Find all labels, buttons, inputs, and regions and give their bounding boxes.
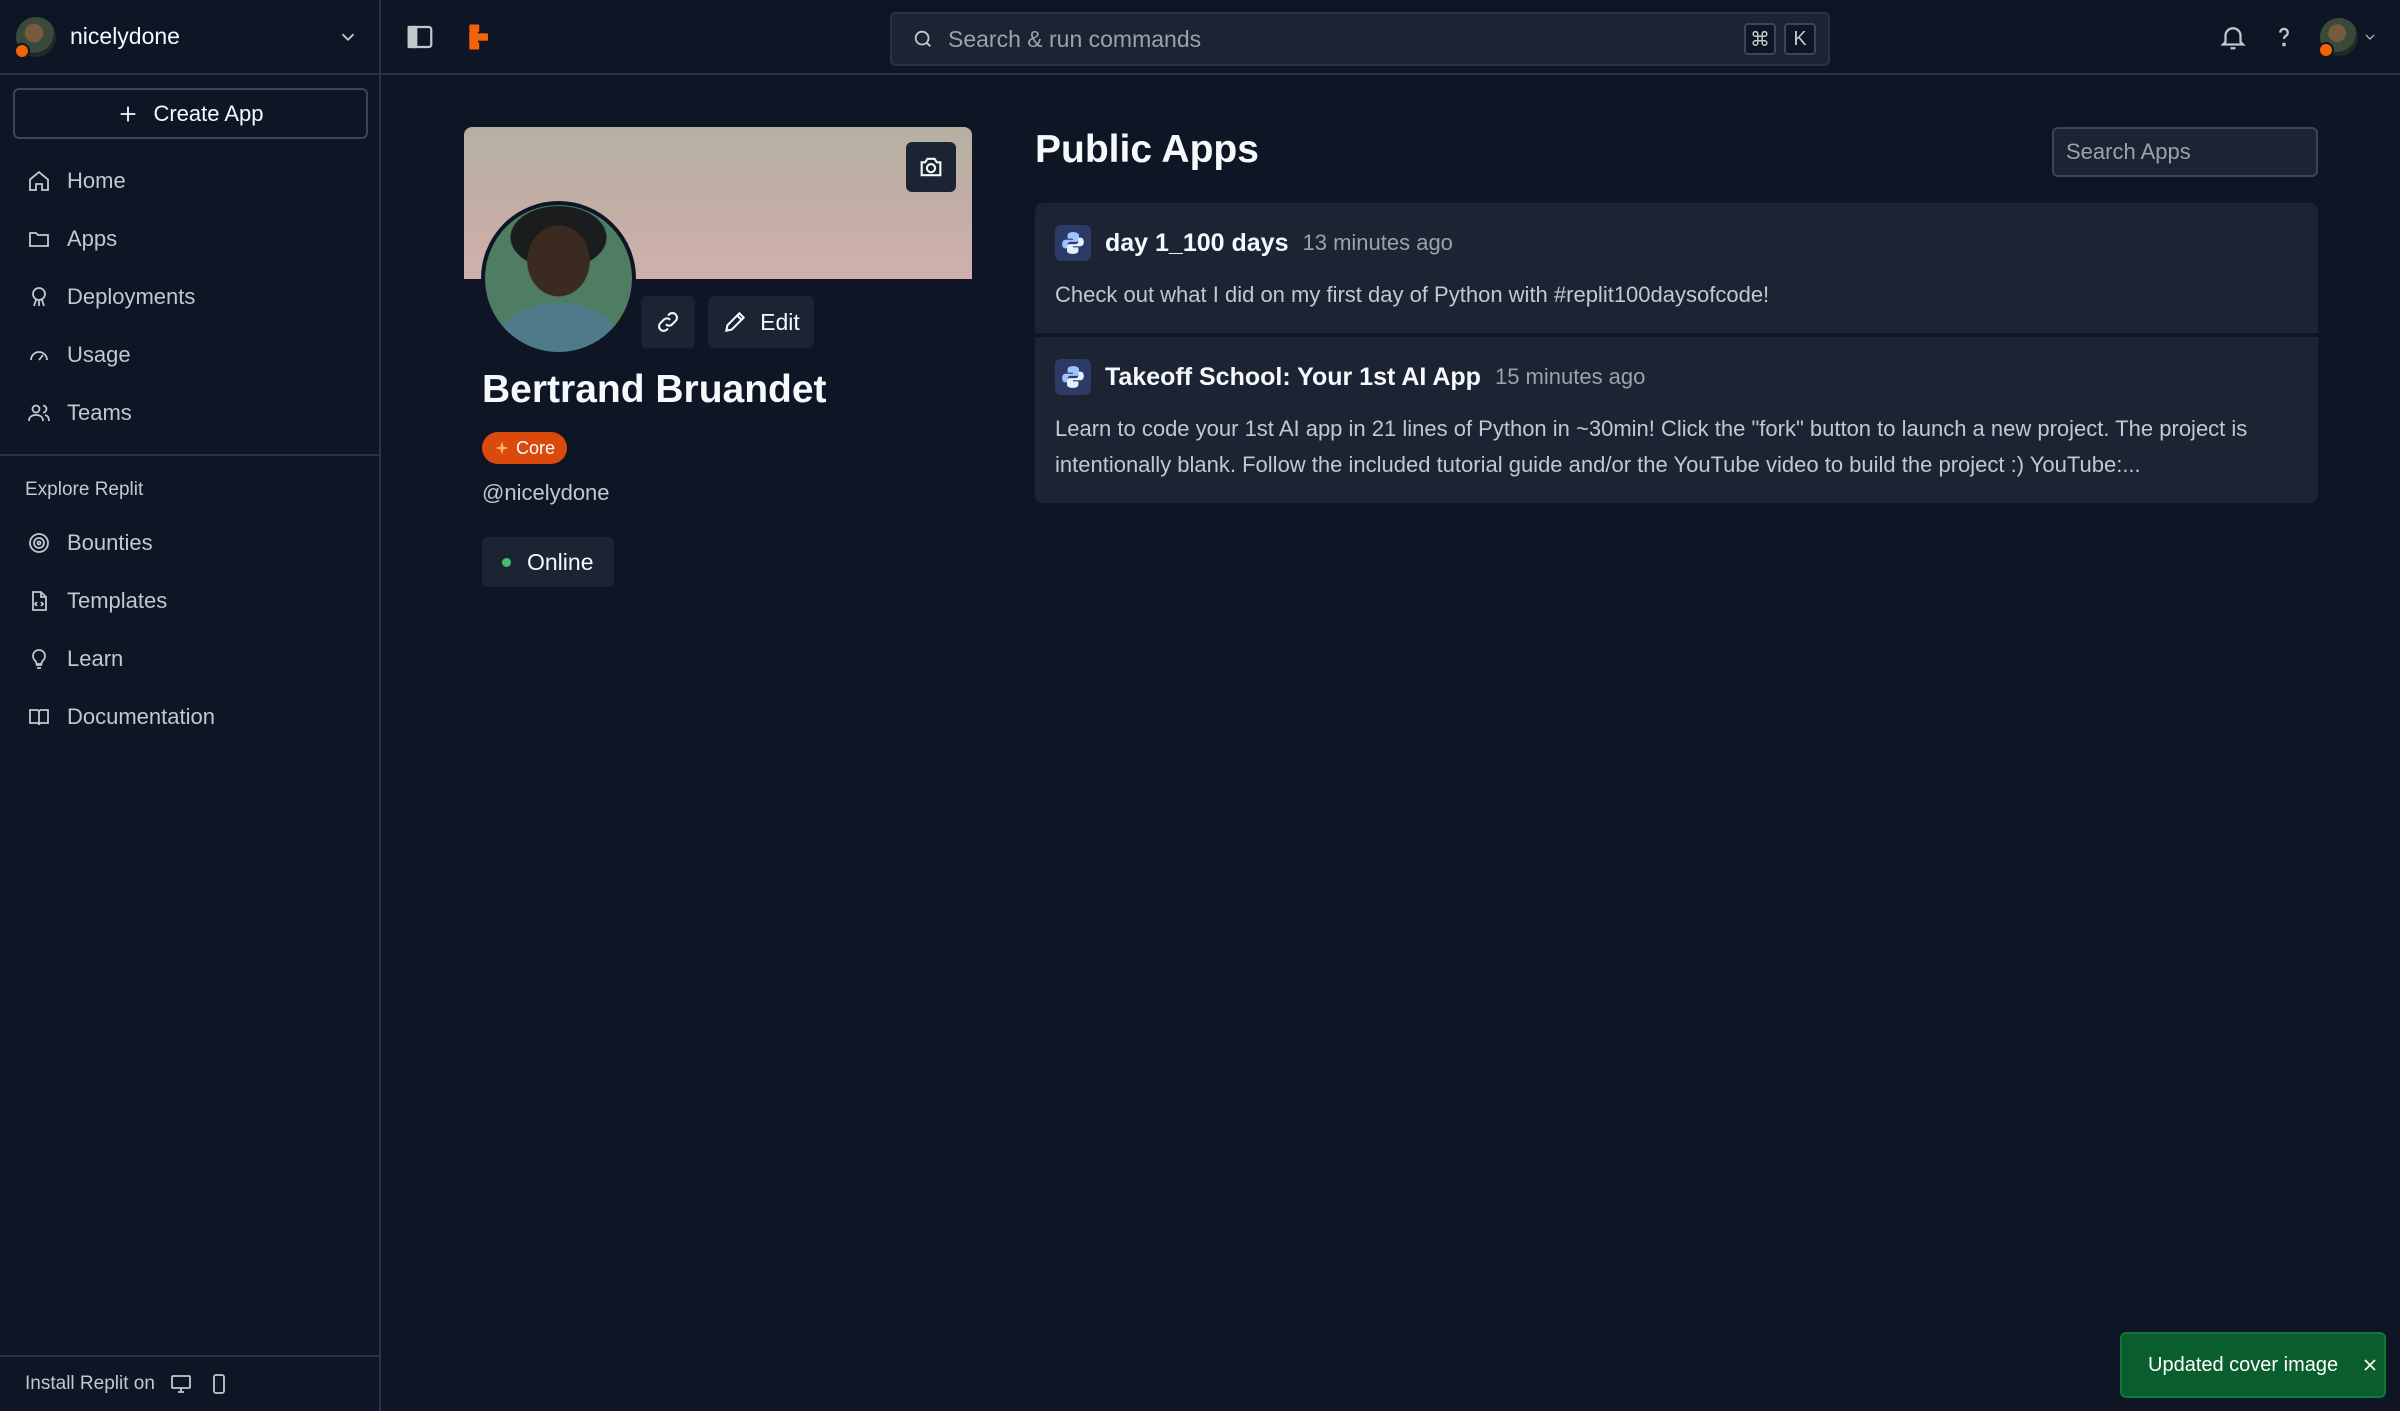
nav-item-learn[interactable]: Learn (13, 630, 368, 688)
gauge-icon (30, 351, 48, 361)
nav-item-templates[interactable]: Templates (13, 572, 368, 630)
bounties-icon (29, 533, 49, 553)
search-apps-input[interactable] (2052, 127, 2318, 177)
shortcut-key-cmd: ⌘ (1744, 23, 1776, 55)
command-search[interactable]: ⌘ K (890, 12, 1830, 66)
copy-link-button[interactable] (641, 296, 695, 348)
deployments-icon (32, 287, 46, 307)
bell-icon (2220, 27, 2246, 50)
lightbulb-icon (32, 649, 46, 669)
nav-item-home[interactable]: Home (13, 152, 368, 210)
chevron-down-icon (2365, 34, 2375, 40)
app-name[interactable]: Takeoff School: Your 1st AI App (1105, 363, 1481, 392)
book-icon (29, 709, 49, 726)
python-icon (1055, 359, 1091, 395)
help-button[interactable] (2269, 22, 2299, 52)
nav-item-label: Documentation (67, 704, 215, 729)
sparkle-icon (495, 441, 509, 455)
app-description: Check out what I did on my first day of … (1055, 282, 1770, 307)
mobile-icon[interactable] (207, 1372, 231, 1396)
nav-item-label: Usage (67, 342, 131, 367)
app-card[interactable]: day 1_100 days 13 minutes ago Check out … (1035, 203, 2318, 333)
plus-icon (121, 106, 136, 121)
nav-item-label: Apps (67, 226, 118, 251)
nav-item-label: Home (67, 168, 126, 193)
nav-item-bounties[interactable]: Bounties (13, 514, 368, 572)
user-menu-button[interactable] (2318, 17, 2380, 58)
desktop-icon[interactable] (169, 1372, 193, 1396)
toast-notification: Updated cover image (2120, 1332, 2386, 1398)
toast-message: Updated cover image (2148, 1353, 2339, 1376)
status-label: Online (527, 548, 594, 575)
nav-item-usage[interactable]: Usage (13, 326, 368, 384)
python-icon (1055, 225, 1091, 261)
nav-item-deployments[interactable]: Deployments (13, 268, 368, 326)
explore-section-label: Explore Replit (25, 479, 144, 500)
templates-icon (32, 591, 47, 611)
edit-profile-button[interactable]: Edit (708, 296, 814, 348)
account-switcher[interactable]: nicelydone (0, 0, 379, 75)
pencil-icon (725, 311, 746, 332)
folder-icon (29, 232, 49, 247)
nav-item-apps[interactable]: Apps (13, 210, 368, 268)
change-cover-button[interactable] (906, 142, 956, 192)
edit-label: Edit (760, 308, 800, 335)
profile-handle: @nicelydone (482, 480, 610, 505)
public-apps-list: day 1_100 days 13 minutes ago Check out … (1035, 203, 2318, 503)
install-label: Install Replit on (25, 1373, 155, 1394)
toggle-sidebar-button[interactable] (405, 22, 435, 52)
core-badge[interactable]: Core (482, 432, 568, 464)
topbar: ⌘ K (381, 0, 2400, 75)
profile-name: Bertrand Bruandet (482, 368, 827, 411)
nav-item-label: Bounties (67, 530, 153, 555)
online-status-dot (502, 557, 511, 567)
app-timestamp: 15 minutes ago (1494, 364, 1646, 389)
close-icon[interactable] (2360, 1355, 2380, 1375)
profile-avatar (481, 201, 636, 356)
teams-icon (28, 404, 50, 422)
create-app-label: Create App (153, 100, 264, 126)
sidebar-toggle-icon (407, 25, 433, 49)
user-avatar (2318, 18, 2358, 58)
camera-icon (920, 157, 942, 177)
chevron-down-icon (341, 33, 355, 41)
command-search-input[interactable] (948, 25, 1730, 53)
app-card[interactable]: Takeoff School: Your 1st AI App 15 minut… (1035, 333, 2318, 503)
public-apps-title: Public Apps (1035, 128, 1259, 171)
shortcut-key-k: K (1784, 23, 1816, 55)
nav-item-documentation[interactable]: Documentation (13, 688, 368, 746)
home-icon (29, 170, 49, 191)
sidebar: nicelydone Create App Home Apps Deployme… (0, 0, 381, 1411)
nav-item-label: Deployments (67, 284, 196, 309)
nav-item-label: Teams (67, 400, 132, 425)
replit-logo[interactable] (463, 22, 493, 52)
notifications-button[interactable] (2218, 22, 2248, 52)
account-avatar (14, 16, 56, 59)
app-name[interactable]: day 1_100 days (1105, 229, 1288, 258)
replit-logo-icon (469, 24, 488, 50)
core-badge-label: Core (516, 437, 556, 458)
app-timestamp: 13 minutes ago (1302, 230, 1453, 255)
main-nav: Home Apps Deployments Usage Teams (13, 152, 368, 442)
sidebar-divider (0, 454, 379, 456)
nav-item-label: Templates (67, 588, 168, 613)
shortcut-hint: ⌘ K (1744, 23, 1816, 55)
explore-nav: Bounties Templates Learn Documentation (13, 514, 368, 746)
nav-item-teams[interactable]: Teams (13, 384, 368, 442)
app-description: Learn to code your 1st AI app in 21 line… (1055, 416, 2248, 477)
search-icon (914, 30, 931, 47)
create-app-button[interactable]: Create App (13, 88, 368, 139)
nav-item-label: Learn (67, 646, 124, 671)
install-replit-row: Install Replit on (0, 1355, 379, 1411)
link-icon (658, 312, 678, 332)
account-name: nicelydone (70, 23, 180, 49)
help-icon (2279, 27, 2289, 47)
status-pill[interactable]: Online (482, 537, 614, 587)
